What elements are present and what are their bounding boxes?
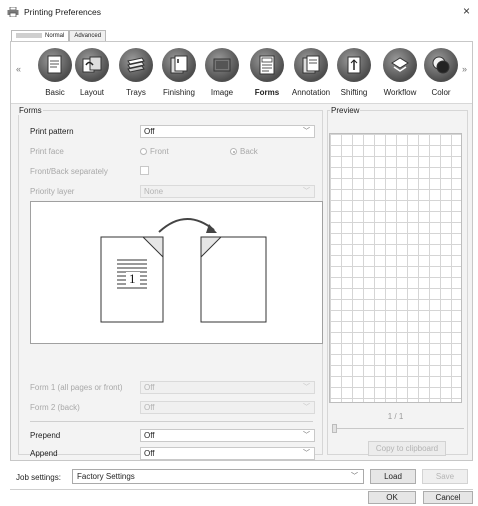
load-button[interactable]: Load xyxy=(370,469,416,484)
toolbar-item-trays[interactable]: Trays xyxy=(114,48,158,97)
toolbar-item-forms[interactable]: Forms xyxy=(245,48,289,97)
toolbar-item-workflow[interactable]: Workflow xyxy=(378,48,422,97)
priority-layer-select[interactable]: None ﹀ xyxy=(140,185,315,198)
job-settings-label: Job settings: xyxy=(16,473,61,482)
window-title: Printing Preferences xyxy=(24,7,102,17)
toolbar-item-label: Workflow xyxy=(383,88,417,97)
form1-value: Off xyxy=(144,383,155,392)
blurred-logo xyxy=(16,32,42,38)
toolbar-item-color[interactable]: Color xyxy=(419,48,463,97)
job-settings-select[interactable]: Factory Settings ﹀ xyxy=(72,469,364,484)
close-button[interactable]: × xyxy=(463,5,470,17)
divider xyxy=(30,421,313,422)
toolbar-item-label: Layout xyxy=(79,88,105,97)
prepend-select[interactable]: Off ﹀ xyxy=(140,429,315,442)
forms-group: Print pattern Off ﹀ Print face Front Back… xyxy=(18,110,323,460)
chevron-down-icon: ﹀ xyxy=(303,450,310,457)
form2-select[interactable]: Off ﹀ xyxy=(140,401,315,414)
form1-select[interactable]: Off ﹀ xyxy=(140,381,315,394)
finishing-icon xyxy=(162,48,196,82)
toolbar-item-shifting[interactable]: Shifting xyxy=(332,48,376,97)
append-select[interactable]: Off ﹀ xyxy=(140,447,315,460)
cancel-button[interactable]: Cancel xyxy=(423,491,473,504)
print-face-front-radio[interactable]: Front xyxy=(140,147,169,156)
form-overlay-illustration: 1 xyxy=(30,201,323,344)
toolbar-item-annotation[interactable]: Annotation xyxy=(289,48,333,97)
priority-layer-value: None xyxy=(144,187,164,196)
job-settings-bar: Job settings: Factory Settings ﹀ Load Sav… xyxy=(10,469,473,486)
toolbar-item-label: Annotation xyxy=(291,88,331,97)
toolbar-item-label: Trays xyxy=(126,88,146,97)
scroll-right-button[interactable]: » xyxy=(462,64,467,74)
radio-dot xyxy=(230,148,237,155)
toolbar-item-layout[interactable]: Layout xyxy=(70,48,114,97)
form1-label: Form 1 (all pages or front) xyxy=(30,383,123,392)
toolbar-item-finishing[interactable]: Finishing xyxy=(157,48,201,97)
radio-dot xyxy=(140,148,147,155)
ok-button[interactable]: OK xyxy=(368,491,416,504)
workflow-icon xyxy=(383,48,417,82)
chevron-down-icon: ﹀ xyxy=(303,384,310,391)
trays-icon xyxy=(119,48,153,82)
print-pattern-select[interactable]: Off ﹀ xyxy=(140,125,315,138)
save-button[interactable]: Save xyxy=(422,469,468,484)
document-icon xyxy=(38,48,72,82)
toolbar-item-image[interactable]: Image xyxy=(200,48,244,97)
print-pattern-value: Off xyxy=(144,127,155,136)
page-indicator: 1 / 1 xyxy=(387,412,404,421)
divider xyxy=(10,489,473,490)
shifting-icon xyxy=(337,48,371,82)
title-bar: Printing Preferences × xyxy=(0,0,478,24)
front-back-separately-label: Front/Back separately xyxy=(30,167,108,176)
annotation-icon xyxy=(294,48,328,82)
priority-layer-label: Priority layer xyxy=(30,187,75,196)
print-face-back-radio[interactable]: Back xyxy=(230,147,258,156)
prepend-value: Off xyxy=(144,431,155,440)
preview-title: Preview xyxy=(330,106,361,115)
front-back-separately-checkbox[interactable] xyxy=(140,166,149,175)
image-icon xyxy=(205,48,239,82)
chevron-down-icon: ﹀ xyxy=(303,128,310,135)
function-toolbar: « Basic Layout Trays Finishing Image For… xyxy=(11,42,472,104)
append-value: Off xyxy=(144,449,155,458)
print-face-front-label: Front xyxy=(150,147,169,156)
form2-label: Form 2 (back) xyxy=(30,403,80,412)
page-slider-thumb[interactable] xyxy=(332,424,337,433)
forms-group-title: Forms xyxy=(18,106,43,115)
chevron-down-icon: ﹀ xyxy=(303,404,310,411)
toolbar-item-label: Finishing xyxy=(162,88,195,97)
prepend-label: Prepend xyxy=(30,431,61,440)
toolbar-item-label: Color xyxy=(431,88,451,97)
scroll-left-button[interactable]: « xyxy=(16,64,21,74)
page-number: 1 xyxy=(129,271,136,286)
page-slider-track xyxy=(336,428,464,429)
chevron-down-icon: ﹀ xyxy=(303,432,310,439)
print-pattern-label: Print pattern xyxy=(30,127,74,136)
tab-advanced-label: Advanced xyxy=(74,33,102,39)
print-face-label: Print face xyxy=(30,147,64,156)
preview-canvas xyxy=(329,133,462,403)
form2-value: Off xyxy=(144,403,155,412)
print-face-back-label: Back xyxy=(240,147,258,156)
toolbar-item-label: Image xyxy=(210,88,234,97)
toolbar-item-label: Shifting xyxy=(340,88,368,97)
printer-icon xyxy=(7,7,19,17)
copy-to-clipboard-button[interactable]: Copy to clipboard xyxy=(368,441,446,456)
layout-icon xyxy=(75,48,109,82)
tab-normal-label: Normal xyxy=(45,33,65,39)
job-settings-value: Factory Settings xyxy=(77,472,135,481)
color-icon xyxy=(424,48,458,82)
chevron-down-icon: ﹀ xyxy=(303,188,310,195)
chevron-down-icon: ﹀ xyxy=(351,473,358,480)
toolbar-item-label: Forms xyxy=(254,88,280,97)
append-label: Append xyxy=(30,449,58,458)
forms-icon xyxy=(250,48,284,82)
overlay-diagram xyxy=(100,218,267,323)
